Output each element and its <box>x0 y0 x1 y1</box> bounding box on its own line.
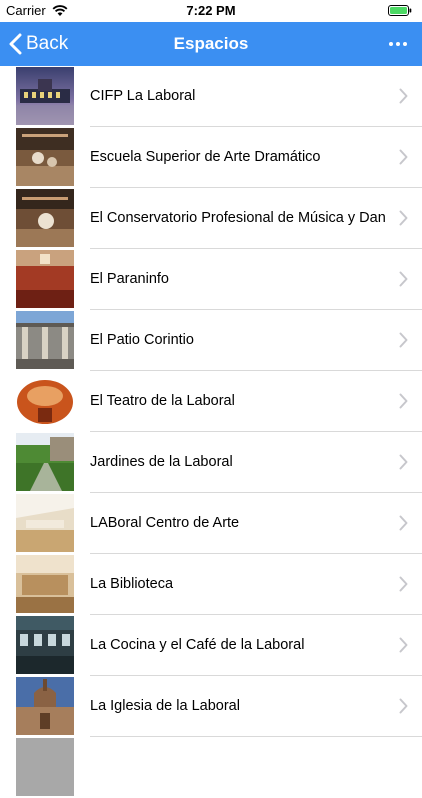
thumbnail-cifp-image <box>16 67 74 125</box>
list-item[interactable]: Escuela Superior de Arte Dramático <box>0 127 422 188</box>
list-item-label: El Conservatorio Profesional de Música y… <box>90 210 386 226</box>
thumbnail-library-image <box>16 555 74 613</box>
spaces-list: CIFP La Laboral Escuela Superior de Arte… <box>0 66 422 798</box>
list-item-label: El Paraninfo <box>90 271 169 287</box>
list-item[interactable]: Jardines de la Laboral <box>0 432 422 493</box>
list-item[interactable]: El Patio Corintio <box>0 310 422 371</box>
thumbnail-art-centre-image <box>16 494 74 552</box>
chevron-right-icon <box>399 576 408 592</box>
thumbnail-church-image <box>16 677 74 735</box>
list-item[interactable]: El Paraninfo <box>0 249 422 310</box>
thumbnail-gardens-image <box>16 433 74 491</box>
list-item-label: Jardines de la Laboral <box>90 454 233 470</box>
thumbnail-partial-image <box>16 738 74 796</box>
list-item-label: CIFP La Laboral <box>90 88 196 104</box>
status-time: 7:22 PM <box>186 3 236 18</box>
thumbnail-patio-image <box>16 311 74 369</box>
list-item-label: La Iglesia de la Laboral <box>90 698 240 714</box>
chevron-right-icon <box>399 515 408 531</box>
list-item[interactable]: CIFP La Laboral <box>0 66 422 127</box>
list-item-label: LABoral Centro de Arte <box>90 515 240 531</box>
list-item[interactable]: La Cocina y el Café de la Laboral <box>0 615 422 676</box>
chevron-right-icon <box>399 637 408 653</box>
list-item[interactable]: La Biblioteca <box>0 554 422 615</box>
list-item-partial[interactable] <box>0 737 422 798</box>
chevron-right-icon <box>399 149 408 165</box>
chevron-right-icon <box>399 332 408 348</box>
thumbnail-paraninfo-image <box>16 250 74 308</box>
list-item[interactable]: LABoral Centro de Arte <box>0 493 422 554</box>
list-item[interactable]: El Conservatorio Profesional de Música y… <box>0 188 422 249</box>
chevron-right-icon <box>399 698 408 714</box>
thumbnail-kitchen-cafe-image <box>16 616 74 674</box>
list-item-label: La Biblioteca <box>90 576 174 592</box>
thumbnail-theatre-image <box>16 372 74 430</box>
status-bar: Carrier 7:22 PM <box>0 0 422 22</box>
list-item-label: El Patio Corintio <box>90 332 194 348</box>
page-title: Espacios <box>173 34 249 53</box>
navigation-bar: Back Espacios <box>0 22 422 66</box>
chevron-right-icon <box>399 393 408 409</box>
chevron-right-icon <box>399 454 408 470</box>
battery-icon <box>388 5 412 16</box>
thumbnail-conservatory-image <box>16 189 74 247</box>
list-item[interactable]: La Iglesia de la Laboral <box>0 676 422 737</box>
chevron-right-icon <box>399 271 408 287</box>
list-item-label: El Teatro de la Laboral <box>90 393 235 409</box>
thumbnail-drama-school-image <box>16 128 74 186</box>
list-item-label: Escuela Superior de Arte Dramático <box>90 149 321 165</box>
chevron-right-icon <box>399 88 408 104</box>
chevron-right-icon <box>399 210 408 226</box>
list-item[interactable]: El Teatro de la Laboral <box>0 371 422 432</box>
list-item-label: La Cocina y el Café de la Laboral <box>90 637 305 653</box>
more-options-icon[interactable] <box>388 38 408 50</box>
